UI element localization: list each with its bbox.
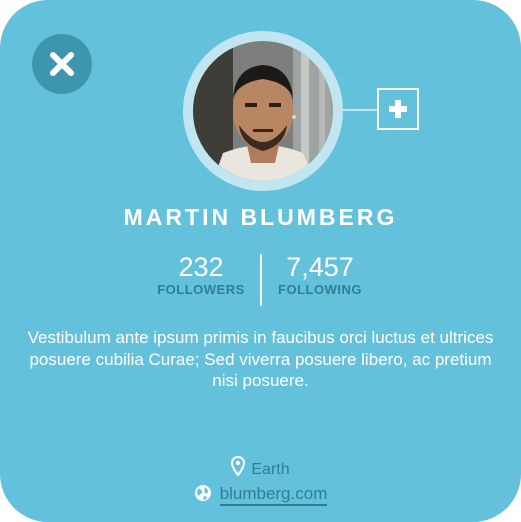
following-count: 7,457 <box>286 252 354 282</box>
following-label: FOLLOWING <box>278 282 362 297</box>
avatar-photo <box>193 41 333 181</box>
profile-card: MARTIN BLUMBERG 232 FOLLOWERS 7,457 FOLL… <box>0 0 521 522</box>
profile-bio: Vestibulum ante ipsum primis in faucibus… <box>27 328 494 390</box>
stats-row: 232 FOLLOWERS 7,457 FOLLOWING <box>0 252 521 308</box>
following-stat[interactable]: 7,457 FOLLOWING <box>250 252 390 297</box>
location-row: Earth <box>0 456 521 479</box>
close-button[interactable] <box>32 34 92 94</box>
profile-name: MARTIN BLUMBERG <box>123 204 398 230</box>
map-pin-icon <box>231 456 246 476</box>
avatar-ring <box>183 31 343 191</box>
avatar <box>193 41 333 181</box>
close-icon <box>50 52 74 76</box>
plus-icon <box>389 100 407 118</box>
globe-icon <box>194 485 211 501</box>
location-text: Earth <box>251 461 290 478</box>
website-link[interactable]: blumberg.com <box>219 484 328 506</box>
website-row: blumberg.com <box>0 484 521 506</box>
follow-button[interactable] <box>377 88 419 130</box>
connector-line <box>343 109 379 111</box>
